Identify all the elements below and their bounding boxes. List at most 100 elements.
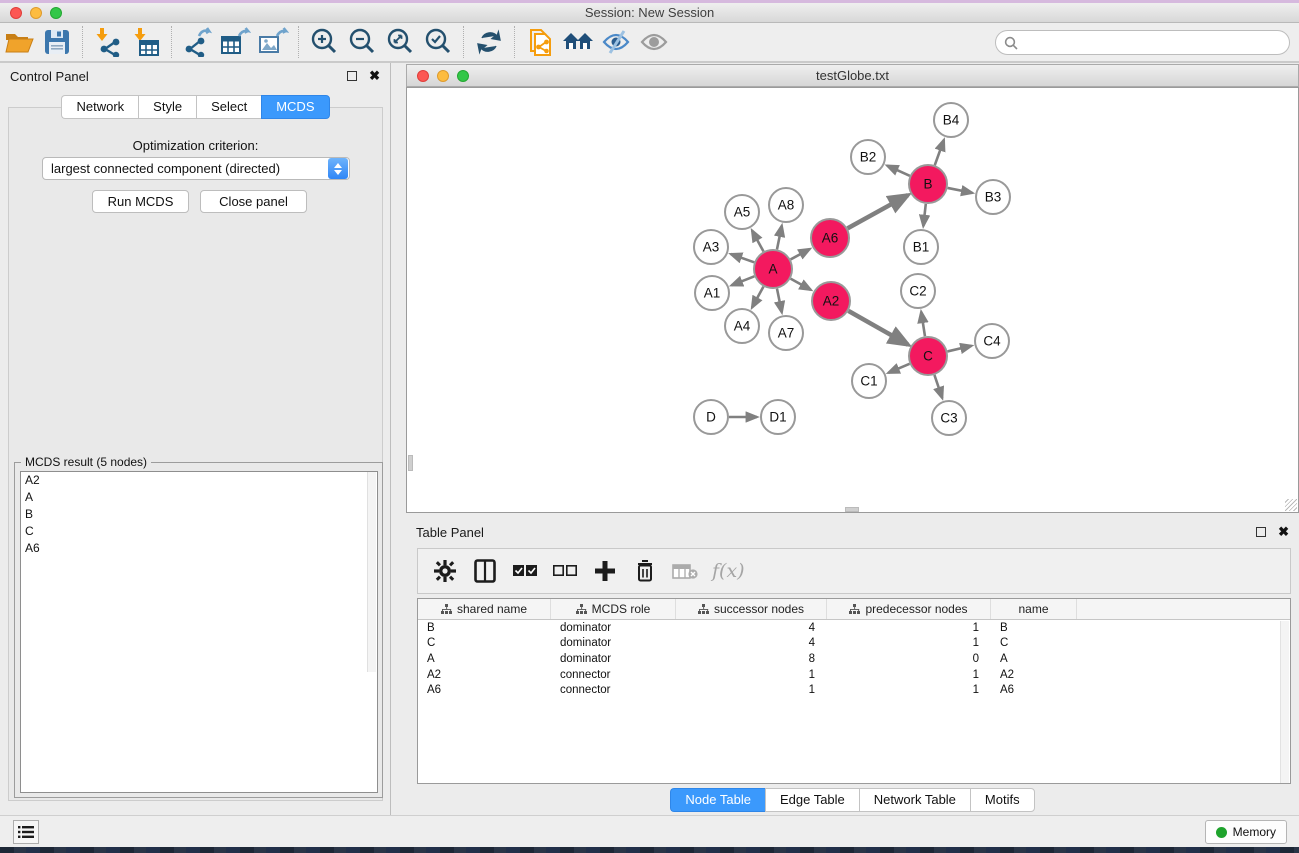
- edge-A2-C[interactable]: [848, 311, 908, 345]
- show-all-icon[interactable]: [635, 25, 673, 59]
- node-A[interactable]: A: [754, 250, 792, 288]
- network-graph[interactable]: B4B2BB3A8A5A6A3B1AA1C2A2A4A7C4CC1C3DD1: [407, 88, 1298, 512]
- task-history-button[interactable]: [13, 820, 39, 844]
- tab-node-table[interactable]: Node Table: [670, 788, 765, 812]
- zoom-selected-icon[interactable]: [419, 25, 457, 59]
- node-B[interactable]: B: [909, 165, 947, 203]
- network-vscrollbar[interactable]: [408, 455, 413, 471]
- save-session-icon[interactable]: [38, 25, 76, 59]
- result-item[interactable]: B: [21, 506, 377, 523]
- import-table-icon[interactable]: [127, 25, 165, 59]
- tab-motifs[interactable]: Motifs: [970, 788, 1035, 812]
- table-vscrollbar[interactable]: [1280, 621, 1289, 783]
- node-B4[interactable]: B4: [934, 103, 968, 137]
- cell-successor-nodes[interactable]: 1: [676, 684, 827, 696]
- cell-shared-name[interactable]: A: [418, 653, 551, 665]
- hide-selected-icon[interactable]: [597, 25, 635, 59]
- cell-MCDS-role[interactable]: dominator: [551, 637, 676, 649]
- node-A7[interactable]: A7: [769, 316, 803, 350]
- edge-A-A5[interactable]: [752, 230, 763, 251]
- float-table-panel-icon[interactable]: [1256, 527, 1266, 537]
- column-header-MCDS-role[interactable]: MCDS role: [551, 599, 676, 619]
- zoom-in-icon[interactable]: [305, 25, 343, 59]
- table-settings-icon[interactable]: [432, 558, 458, 584]
- edge-C-C4[interactable]: [947, 346, 971, 352]
- edge-A-A4[interactable]: [752, 287, 763, 308]
- new-network-icon[interactable]: [521, 25, 559, 59]
- cell-successor-nodes[interactable]: 4: [676, 637, 827, 649]
- close-panel-icon[interactable]: ✖: [369, 68, 380, 84]
- edge-B-B2[interactable]: [887, 166, 910, 176]
- column-header-shared-name[interactable]: shared name: [418, 599, 551, 619]
- zoom-fit-icon[interactable]: [381, 25, 419, 59]
- result-item[interactable]: A6: [21, 540, 377, 557]
- tab-mcds[interactable]: MCDS: [261, 95, 329, 119]
- cell-predecessor-nodes[interactable]: 0: [827, 653, 991, 665]
- node-A6[interactable]: A6: [811, 219, 849, 257]
- float-panel-icon[interactable]: [347, 71, 357, 81]
- node-D[interactable]: D: [694, 400, 728, 434]
- column-header-predecessor-nodes[interactable]: predecessor nodes: [827, 599, 991, 619]
- cell-MCDS-role[interactable]: dominator: [551, 653, 676, 665]
- table-row[interactable]: A6connector11A6: [418, 682, 1290, 698]
- cell-MCDS-role[interactable]: dominator: [551, 622, 676, 634]
- node-C[interactable]: C: [909, 337, 947, 375]
- edge-C-C2[interactable]: [921, 312, 925, 336]
- cell-shared-name[interactable]: B: [418, 622, 551, 634]
- edge-B-B3[interactable]: [948, 188, 973, 193]
- add-column-icon[interactable]: [592, 558, 618, 584]
- node-A2[interactable]: A2: [812, 282, 850, 320]
- mcds-result-list[interactable]: A2ABCA6: [20, 471, 378, 793]
- zoom-out-icon[interactable]: [343, 25, 381, 59]
- edge-A-A6[interactable]: [791, 249, 810, 259]
- close-panel-button[interactable]: Close panel: [200, 190, 307, 213]
- table-row[interactable]: A2connector11A2: [418, 667, 1290, 683]
- table-row[interactable]: Adominator80A: [418, 651, 1290, 667]
- node-B1[interactable]: B1: [904, 230, 938, 264]
- cell-MCDS-role[interactable]: connector: [551, 684, 676, 696]
- open-file-icon[interactable]: [0, 25, 38, 59]
- node-A5[interactable]: A5: [725, 195, 759, 229]
- node-C1[interactable]: C1: [852, 364, 886, 398]
- export-image-icon[interactable]: [254, 25, 292, 59]
- table-header-row[interactable]: shared nameMCDS rolesuccessor nodesprede…: [418, 599, 1290, 620]
- cell-predecessor-nodes[interactable]: 1: [827, 637, 991, 649]
- close-table-panel-icon[interactable]: ✖: [1278, 524, 1289, 540]
- cell-name[interactable]: C: [991, 637, 1077, 649]
- node-A3[interactable]: A3: [694, 230, 728, 264]
- edge-A-A2[interactable]: [791, 279, 811, 290]
- node-A8[interactable]: A8: [769, 188, 803, 222]
- node-C3[interactable]: C3: [932, 401, 966, 435]
- edge-A-A1[interactable]: [732, 276, 755, 285]
- delete-column-icon[interactable]: [632, 558, 658, 584]
- cell-name[interactable]: A6: [991, 684, 1077, 696]
- run-mcds-button[interactable]: Run MCDS: [92, 190, 189, 213]
- node-C4[interactable]: C4: [975, 324, 1009, 358]
- export-network-icon[interactable]: [178, 25, 216, 59]
- tab-network-table[interactable]: Network Table: [859, 788, 970, 812]
- app-titlebar[interactable]: Session: New Session: [0, 3, 1299, 23]
- edge-B-B1[interactable]: [923, 204, 925, 226]
- edge-C-C3[interactable]: [934, 375, 942, 398]
- node-B3[interactable]: B3: [976, 180, 1010, 214]
- network-window-titlebar[interactable]: testGlobe.txt: [406, 64, 1299, 87]
- cell-name[interactable]: A: [991, 653, 1077, 665]
- select-all-icon[interactable]: [512, 558, 538, 584]
- cell-predecessor-nodes[interactable]: 1: [827, 669, 991, 681]
- edge-C-C1[interactable]: [888, 364, 909, 373]
- table-row[interactable]: Cdominator41C: [418, 636, 1290, 652]
- deselect-all-icon[interactable]: [552, 558, 578, 584]
- node-D1[interactable]: D1: [761, 400, 795, 434]
- tab-edge-table[interactable]: Edge Table: [765, 788, 859, 812]
- edge-A-A7[interactable]: [777, 289, 782, 313]
- cell-shared-name[interactable]: A2: [418, 669, 551, 681]
- network-canvas[interactable]: B4B2BB3A8A5A6A3B1AA1C2A2A4A7C4CC1C3DD1: [406, 87, 1299, 513]
- edge-A6-B[interactable]: [848, 195, 908, 228]
- cell-predecessor-nodes[interactable]: 1: [827, 622, 991, 634]
- result-item[interactable]: A2: [21, 472, 377, 489]
- node-A4[interactable]: A4: [725, 309, 759, 343]
- cell-successor-nodes[interactable]: 4: [676, 622, 827, 634]
- export-table-icon[interactable]: [216, 25, 254, 59]
- table-body[interactable]: Bdominator41BCdominator41CAdominator80AA…: [418, 620, 1290, 698]
- resize-grip-icon[interactable]: [1285, 499, 1297, 511]
